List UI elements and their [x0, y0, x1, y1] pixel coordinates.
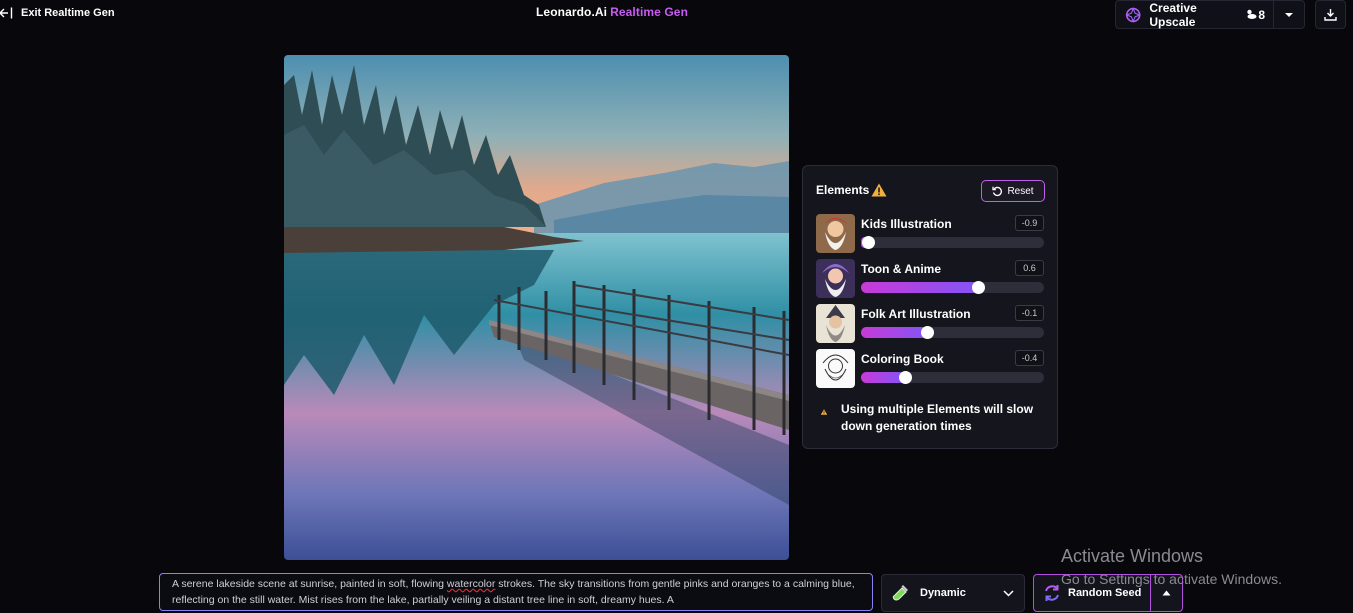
element-thumbnail: [816, 304, 855, 343]
exit-label: Exit Realtime Gen: [21, 7, 115, 19]
chevron-up-icon: [1162, 590, 1171, 596]
slider-fill: [861, 327, 927, 338]
element-kids-illustration: Kids Illustration -0.9: [816, 214, 1046, 254]
warning-text: Using multiple Elements will slow down g…: [841, 402, 1034, 433]
refresh-icon: [1045, 585, 1059, 601]
reset-button[interactable]: Reset: [981, 180, 1045, 202]
token-cost: 8: [1246, 8, 1265, 22]
upscale-label: Creative Upscale: [1149, 0, 1197, 29]
slider-handle[interactable]: [972, 281, 986, 294]
chevron-down-icon: [1003, 589, 1014, 597]
slider-handle[interactable]: [898, 371, 912, 384]
upscale-group: Creative Upscale 8: [1115, 0, 1305, 29]
element-weight-slider[interactable]: [861, 236, 1044, 249]
warning-icon: [871, 183, 887, 197]
download-button[interactable]: [1315, 0, 1346, 29]
chevron-down-icon: [1285, 12, 1293, 17]
element-weight-slider[interactable]: [861, 371, 1044, 384]
generated-image: [284, 55, 789, 560]
exit-icon: [0, 7, 13, 19]
elements-title-label: Elements: [816, 183, 870, 197]
element-coloring-book: Coloring Book -0.4: [816, 349, 1046, 389]
element-value[interactable]: -0.4: [1015, 350, 1044, 366]
element-name: Toon & Anime: [861, 262, 941, 276]
download-icon: [1324, 9, 1337, 21]
elements-title: Elements: [816, 183, 887, 197]
element-name: Folk Art Illustration: [861, 307, 971, 321]
element-value[interactable]: -0.9: [1015, 215, 1044, 231]
style-select[interactable]: Dynamic: [881, 574, 1025, 612]
element-value[interactable]: -0.1: [1015, 305, 1044, 321]
upscale-cost: 8: [1258, 7, 1265, 22]
page-title: Leonardo.Ai Realtime Gen: [536, 5, 688, 19]
seed-control: Random Seed: [1033, 574, 1183, 612]
prompt-misspelled-word: watercolor: [446, 578, 496, 590]
token-icon: [1247, 9, 1257, 19]
element-folk-art-illustration: Folk Art Illustration -0.1: [816, 304, 1046, 344]
reset-icon: [992, 186, 1003, 196]
slider-fill: [861, 282, 979, 293]
warning-icon: [820, 409, 828, 415]
element-weight-slider[interactable]: [861, 326, 1044, 339]
brand-name: Leonardo.Ai: [536, 5, 608, 19]
elements-panel: Elements Reset Kids Illustration -0.9 To…: [802, 165, 1058, 449]
style-select-value: Dynamic: [920, 587, 966, 599]
prompt-input[interactable]: A serene lakeside scene at sunrise, pain…: [159, 573, 873, 611]
upscale-icon: [1125, 6, 1142, 23]
element-thumbnail: [816, 214, 855, 253]
element-weight-slider[interactable]: [861, 281, 1044, 294]
slider-handle[interactable]: [862, 236, 876, 249]
slider-handle[interactable]: [920, 326, 934, 339]
reset-label: Reset: [1007, 185, 1034, 197]
element-thumbnail: [816, 349, 855, 388]
exit-realtime-button[interactable]: Exit Realtime Gen: [0, 4, 115, 22]
upscale-options-button[interactable]: [1273, 0, 1305, 29]
watermark-title: Activate Windows: [1061, 546, 1204, 566]
element-name: Kids Illustration: [861, 217, 952, 231]
element-toon-anime: Toon & Anime 0.6: [816, 259, 1046, 299]
random-seed-label: Random Seed: [1068, 587, 1142, 599]
prompt-text-start: A serene lakeside scene at sunrise, pain…: [172, 578, 447, 590]
random-seed-button[interactable]: Random Seed: [1034, 575, 1150, 611]
element-value[interactable]: 0.6: [1015, 260, 1044, 276]
elements-warning: Using multiple Elements will slow down g…: [816, 401, 1048, 435]
element-thumbnail: [816, 259, 855, 298]
potion-icon: [892, 585, 908, 601]
brand-mode: Realtime Gen: [610, 5, 689, 19]
creative-upscale-button[interactable]: Creative Upscale 8: [1115, 0, 1273, 29]
seed-options-button[interactable]: [1150, 575, 1182, 611]
element-name: Coloring Book: [861, 352, 944, 366]
